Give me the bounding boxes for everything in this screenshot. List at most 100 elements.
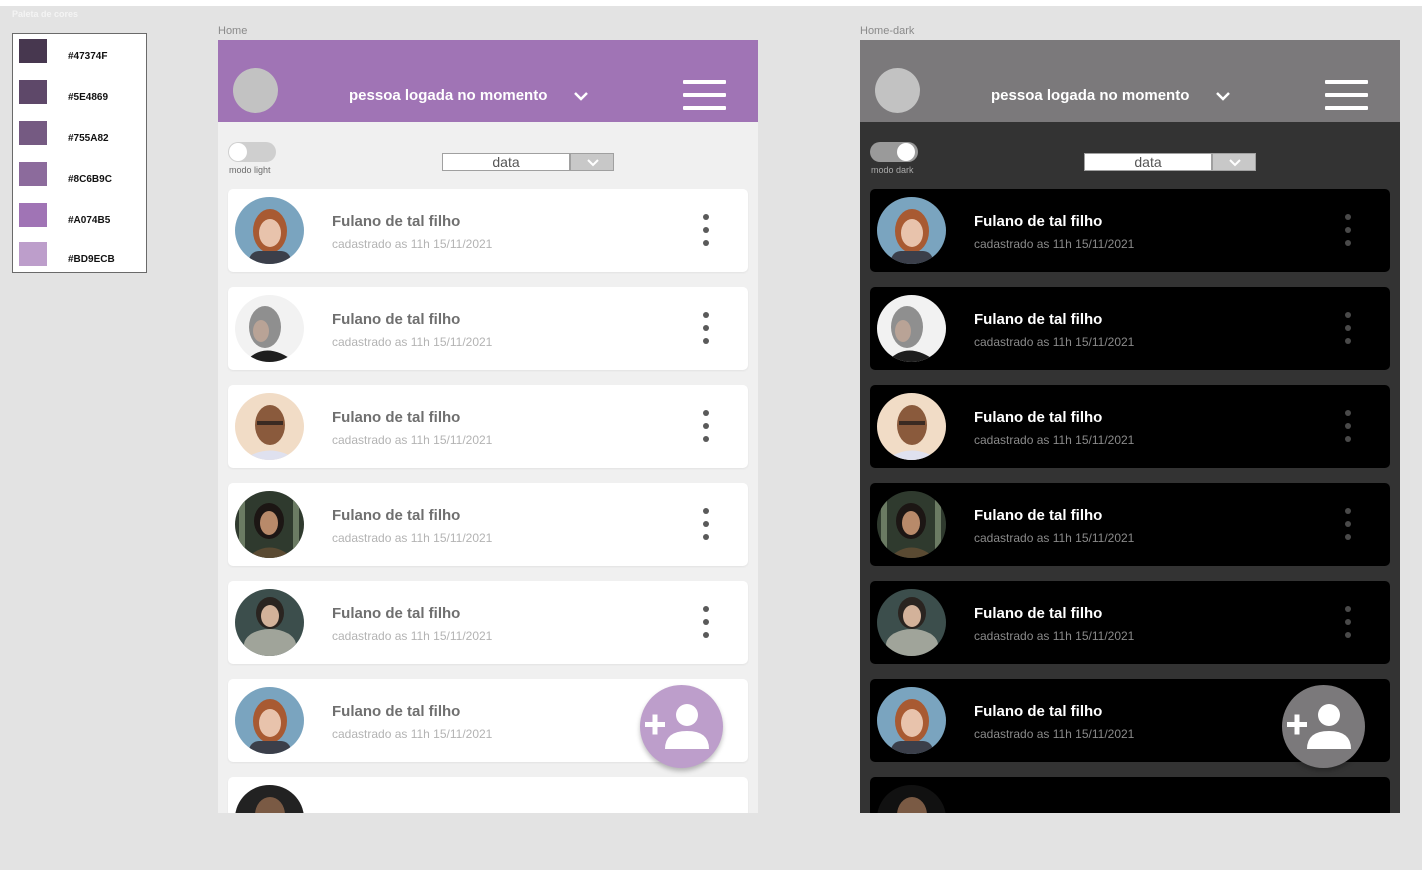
palette-entry: #5E4869 xyxy=(19,80,144,108)
user-photo xyxy=(877,393,946,460)
menu-icon[interactable] xyxy=(1325,80,1368,110)
user-card[interactable]: Fulano de tal filho cadastrado as 11h 15… xyxy=(228,483,748,566)
palette-title: Paleta de cores xyxy=(12,9,79,19)
user-registered-date: cadastrado as 11h 15/11/2021 xyxy=(974,237,1135,251)
user-photo xyxy=(235,589,304,656)
user-photo xyxy=(235,393,304,460)
user-registered-date: cadastrado as 11h 15/11/2021 xyxy=(332,335,493,349)
more-options-icon[interactable] xyxy=(1342,606,1354,640)
user-photo xyxy=(235,687,304,754)
chevron-down-icon[interactable] xyxy=(1215,90,1231,102)
toggle-knob xyxy=(897,143,915,161)
user-card[interactable]: Fulano de tal filho cadastrado as 11h 15… xyxy=(870,581,1390,664)
user-registered-date: cadastrado as 11h 15/11/2021 xyxy=(974,335,1135,349)
sort-selected-value[interactable]: data xyxy=(442,153,570,171)
home-dark-screen: pessoa logada no momento modo dark data … xyxy=(860,40,1400,813)
user-registered-date: cadastrado as 11h 15/11/2021 xyxy=(974,727,1135,741)
user-card[interactable] xyxy=(870,777,1390,813)
frame-label-home-dark: Home-dark xyxy=(860,25,915,37)
sort-dropdown-button[interactable] xyxy=(1212,153,1256,171)
user-registered-date: cadastrado as 11h 15/11/2021 xyxy=(332,237,493,251)
sort-dropdown-button[interactable] xyxy=(570,153,614,171)
current-user-avatar[interactable] xyxy=(233,68,278,113)
add-user-button[interactable] xyxy=(640,685,723,768)
user-card[interactable]: Fulano de tal filho cadastrado as 11h 15… xyxy=(870,287,1390,370)
user-name: Fulano de tal filho xyxy=(332,311,461,328)
color-swatch xyxy=(19,80,47,104)
palette-entry: #47374F xyxy=(19,39,144,67)
user-registered-date: cadastrado as 11h 15/11/2021 xyxy=(974,629,1135,643)
user-name: Fulano de tal filho xyxy=(332,507,461,524)
more-options-icon[interactable] xyxy=(700,214,712,248)
palette-entry: #755A82 xyxy=(19,121,144,149)
user-name: Fulano de tal filho xyxy=(332,213,461,230)
user-card[interactable]: Fulano de tal filho cadastrado as 11h 15… xyxy=(870,385,1390,468)
user-registered-date: cadastrado as 11h 15/11/2021 xyxy=(332,629,493,643)
chevron-down-icon[interactable] xyxy=(573,90,589,102)
user-registered-date: cadastrado as 11h 15/11/2021 xyxy=(974,531,1135,545)
theme-toggle[interactable] xyxy=(228,142,276,162)
user-photo xyxy=(877,687,946,754)
sort-select[interactable]: data xyxy=(1084,153,1256,171)
user-photo xyxy=(235,197,304,264)
more-options-icon[interactable] xyxy=(700,312,712,346)
sort-selected-value[interactable]: data xyxy=(1084,153,1212,171)
user-card[interactable]: Fulano de tal filho cadastrado as 11h 15… xyxy=(228,385,748,468)
color-code: #BD9ECB xyxy=(68,254,115,265)
theme-toggle-label: modo light xyxy=(229,165,271,175)
user-registered-date: cadastrado as 11h 15/11/2021 xyxy=(332,531,493,545)
color-palette: #47374F #5E4869 #755A82 #8C6B9C #A074B5 … xyxy=(12,33,147,273)
user-card[interactable]: Fulano de tal filho cadastrado as 11h 15… xyxy=(870,189,1390,272)
user-name: Fulano de tal filho xyxy=(332,409,461,426)
toggle-knob xyxy=(229,143,247,161)
user-card[interactable]: Fulano de tal filho cadastrado as 11h 15… xyxy=(228,189,748,272)
app-header: pessoa logada no momento xyxy=(218,40,758,122)
color-swatch xyxy=(19,242,47,266)
more-options-icon[interactable] xyxy=(1342,312,1354,346)
user-registered-date: cadastrado as 11h 15/11/2021 xyxy=(332,433,493,447)
color-code: #755A82 xyxy=(68,133,109,144)
user-name: Fulano de tal filho xyxy=(974,409,1103,426)
user-name: Fulano de tal filho xyxy=(332,605,461,622)
more-options-icon[interactable] xyxy=(1342,508,1354,542)
user-name: Fulano de tal filho xyxy=(974,703,1103,720)
color-swatch xyxy=(19,203,47,227)
sort-select[interactable]: data xyxy=(442,153,614,171)
user-name: Fulano de tal filho xyxy=(974,311,1103,328)
color-code: #8C6B9C xyxy=(68,174,112,185)
color-swatch xyxy=(19,162,47,186)
user-photo xyxy=(877,491,946,558)
add-user-button[interactable] xyxy=(1282,685,1365,768)
current-user-name[interactable]: pessoa logada no momento xyxy=(991,87,1189,104)
user-photo xyxy=(877,589,946,656)
user-name: Fulano de tal filho xyxy=(974,507,1103,524)
user-card[interactable]: Fulano de tal filho cadastrado as 11h 15… xyxy=(870,483,1390,566)
more-options-icon[interactable] xyxy=(1342,214,1354,248)
more-options-icon[interactable] xyxy=(1342,410,1354,444)
user-photo xyxy=(235,491,304,558)
user-card[interactable] xyxy=(228,777,748,813)
user-registered-date: cadastrado as 11h 15/11/2021 xyxy=(332,727,493,741)
palette-entry: #BD9ECB xyxy=(19,242,144,270)
chevron-down-icon xyxy=(587,159,599,167)
user-registered-date: cadastrado as 11h 15/11/2021 xyxy=(974,433,1135,447)
current-user-avatar[interactable] xyxy=(875,68,920,113)
user-photo xyxy=(877,295,946,362)
more-options-icon[interactable] xyxy=(700,410,712,444)
user-photo xyxy=(877,197,946,264)
user-card[interactable]: Fulano de tal filho cadastrado as 11h 15… xyxy=(228,287,748,370)
user-card[interactable]: Fulano de tal filho cadastrado as 11h 15… xyxy=(228,581,748,664)
more-options-icon[interactable] xyxy=(700,508,712,542)
more-options-icon[interactable] xyxy=(700,606,712,640)
app-header: pessoa logada no momento xyxy=(860,40,1400,122)
add-person-icon xyxy=(645,704,709,749)
user-photo xyxy=(235,785,304,813)
current-user-name[interactable]: pessoa logada no momento xyxy=(349,87,547,104)
user-name: Fulano de tal filho xyxy=(332,703,461,720)
color-code: #A074B5 xyxy=(68,215,111,226)
theme-toggle-label: modo dark xyxy=(871,165,914,175)
color-swatch xyxy=(19,39,47,63)
theme-toggle[interactable] xyxy=(870,142,918,162)
menu-icon[interactable] xyxy=(683,80,726,110)
color-swatch xyxy=(19,121,47,145)
